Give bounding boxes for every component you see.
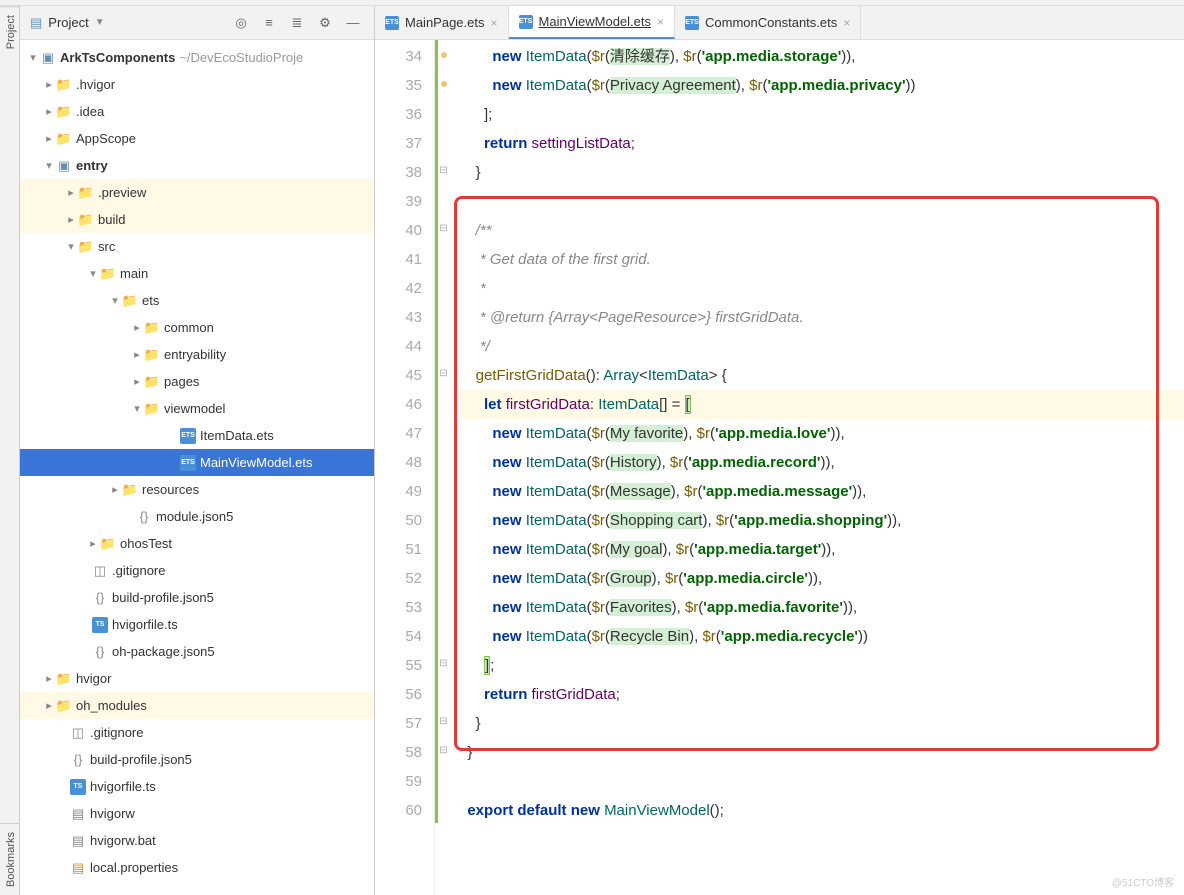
tree-item[interactable]: ▸ETSItemData.ets (20, 422, 374, 449)
tree-item[interactable]: ▸{}build-profile.json5 (20, 746, 374, 773)
tab-mainviewmodel[interactable]: ETS MainViewModel.ets × (509, 6, 676, 39)
gear-icon[interactable]: ⚙ (314, 12, 336, 34)
tree-item[interactable]: ▸{}build-profile.json5 (20, 584, 374, 611)
tree-item[interactable]: ▾📁ets (20, 287, 374, 314)
tree-item-selected[interactable]: ▸ETSMainViewModel.ets (20, 449, 374, 476)
tree-item[interactable]: ▸📁.idea (20, 98, 374, 125)
panel-title[interactable]: Project (48, 15, 88, 30)
tab-commonconstants[interactable]: ETS CommonConstants.ets × (675, 6, 861, 39)
tree-item[interactable]: ▸📁build (20, 206, 374, 233)
tree-item[interactable]: ▸📁.preview (20, 179, 374, 206)
watermark: @51CTO博客 (1112, 874, 1174, 889)
close-icon[interactable]: × (657, 15, 664, 29)
tree-item[interactable]: ▸📁AppScope (20, 125, 374, 152)
tab-mainpage[interactable]: ETS MainPage.ets × (375, 6, 509, 39)
tree-item[interactable]: ▾▣entry (20, 152, 374, 179)
project-view-icon: ▤ (30, 15, 42, 31)
close-icon[interactable]: × (843, 16, 850, 30)
tree-item[interactable]: ▾📁viewmodel (20, 395, 374, 422)
tree-item[interactable]: ▸{}oh-package.json5 (20, 638, 374, 665)
project-panel-header: ▤ Project ▼ ◎ ≡ ≣ ⚙ — (20, 6, 374, 40)
code-editor[interactable]: 3435363738394041424344454647484950515253… (375, 40, 1184, 895)
fold-gutter: ⊟⊟⊟⊟⊟⊟ (435, 40, 449, 895)
tree-item[interactable]: ▸▤hvigorw.bat (20, 827, 374, 854)
expand-icon[interactable]: ≡ (258, 12, 280, 34)
ets-file-icon: ETS (685, 16, 699, 30)
tree-item[interactable]: ▸📁resources (20, 476, 374, 503)
tree-item[interactable]: ▾📁src (20, 233, 374, 260)
tree-item[interactable]: ▸▤hvigorw (20, 800, 374, 827)
editor-tabs: ETS MainPage.ets × ETS MainViewModel.ets… (375, 6, 1184, 40)
tree-item[interactable]: ▸📁common (20, 314, 374, 341)
tree-item[interactable]: ▾📁main (20, 260, 374, 287)
collapse-icon[interactable]: ≣ (286, 12, 308, 34)
ets-file-icon: ETS (519, 15, 533, 29)
tree-item[interactable]: ▸📁pages (20, 368, 374, 395)
target-icon[interactable]: ◎ (230, 12, 252, 34)
tool-window-bar: Project Bookmarks (0, 6, 20, 895)
line-number-gutter: 3435363738394041424344454647484950515253… (375, 40, 435, 895)
project-panel: ▤ Project ▼ ◎ ≡ ≣ ⚙ — ▾▣ ArkTsComponents… (20, 6, 375, 895)
code-body[interactable]: new ItemData($r(清除缓存), $r('app.media.sto… (449, 40, 1184, 895)
tree-item[interactable]: ▸TShvigorfile.ts (20, 611, 374, 638)
tree-item[interactable]: ▸📁.hvigor (20, 71, 374, 98)
tree-item[interactable]: ▸📁entryability (20, 341, 374, 368)
tree-item[interactable]: ▸📁ohosTest (20, 530, 374, 557)
close-icon[interactable]: × (491, 16, 498, 30)
tree-item[interactable]: ▸📁oh_modules (20, 692, 374, 719)
project-tree: ▾▣ ArkTsComponents ~/DevEcoStudioProje ▸… (20, 40, 374, 895)
tool-tab-bookmarks[interactable]: Bookmarks (0, 823, 19, 895)
editor-area: ETS MainPage.ets × ETS MainViewModel.ets… (375, 6, 1184, 895)
hide-icon[interactable]: — (342, 12, 364, 34)
tree-item[interactable]: ▸◫.gitignore (20, 557, 374, 584)
tool-tab-project[interactable]: Project (0, 6, 19, 57)
tree-root[interactable]: ▾▣ ArkTsComponents ~/DevEcoStudioProje (20, 44, 374, 71)
tree-item[interactable]: ▸▤local.properties (20, 854, 374, 881)
chevron-down-icon[interactable]: ▼ (95, 17, 105, 28)
tree-item[interactable]: ▸TShvigorfile.ts (20, 773, 374, 800)
ets-file-icon: ETS (385, 16, 399, 30)
tree-item[interactable]: ▸{}module.json5 (20, 503, 374, 530)
tree-item[interactable]: ▸📁hvigor (20, 665, 374, 692)
tree-item[interactable]: ▸◫.gitignore (20, 719, 374, 746)
